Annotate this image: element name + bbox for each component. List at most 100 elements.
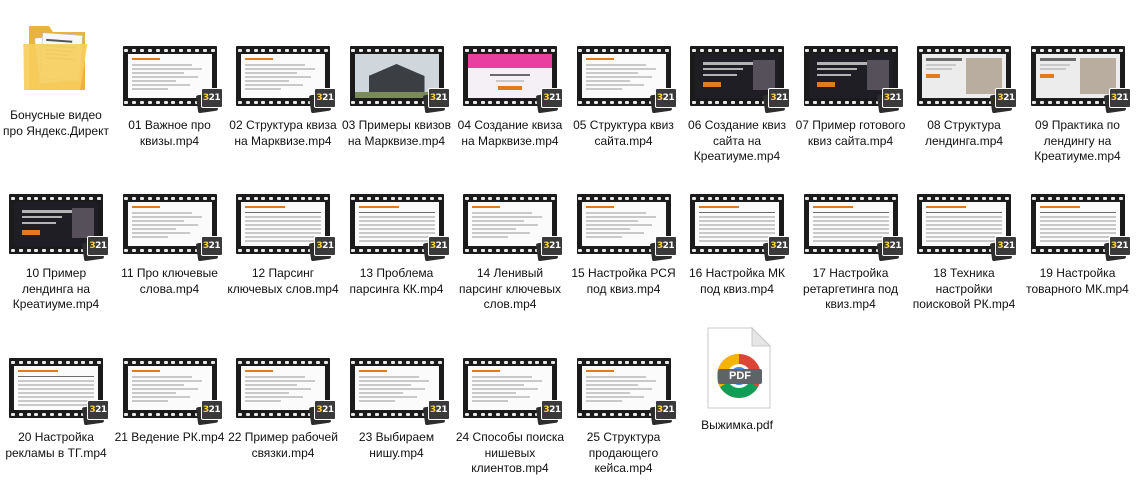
pdf-file-item[interactable]: PDF Выжимка.pdf (681, 326, 793, 434)
video-thumbnail: 321 (915, 192, 1017, 262)
video-file-item[interactable]: 321 07 Пример готового квиз сайта.mp4 (795, 44, 907, 149)
file-name-label: 01 Важное про квизы.mp4 (128, 118, 211, 148)
video-thumbnail: 321 (915, 44, 1017, 114)
video-thumbnail: 321 (348, 192, 450, 262)
video-thumbnail: 321 (688, 192, 790, 262)
mpc-player-icon: 321 (1103, 88, 1131, 114)
mpc-player-icon: 321 (308, 236, 336, 262)
mpc-player-icon: 321 (989, 236, 1017, 262)
video-thumbnail: 321 (461, 44, 563, 114)
file-name-label: 20 Настройка рекламы в ТГ.mp4 (5, 430, 107, 460)
video-thumbnail: 321 (461, 192, 563, 262)
video-thumbnail: 321 (7, 356, 109, 426)
mpc-player-icon: 321 (422, 88, 450, 114)
file-name-label: 06 Создание квиз сайта на Креатиуме.mp4 (688, 118, 786, 163)
mpc-player-icon: 321 (535, 236, 563, 262)
file-name-label: 09 Практика по лендингу на Креатиуме.mp4 (1034, 118, 1121, 163)
file-name-label: 18 Техника настройки поисковой РК.mp4 (912, 266, 1016, 311)
video-thumbnail: 321 (575, 192, 677, 262)
mpc-player-icon: 321 (195, 400, 223, 426)
mpc-player-icon: 321 (876, 88, 904, 114)
file-name-label: 19 Настройка товарного МК.mp4 (1026, 266, 1129, 296)
file-name-label: 15 Настройка РСЯ под квиз.mp4 (571, 266, 676, 296)
video-thumbnail: 321 (802, 192, 904, 262)
video-thumbnail: 321 (575, 44, 677, 114)
video-file-item[interactable]: 321 01 Важное про квизы.mp4 (114, 44, 226, 149)
video-file-item[interactable]: 321 20 Настройка рекламы в ТГ.mp4 (0, 356, 112, 461)
file-name-label: 22 Пример рабочей связки.mp4 (228, 430, 338, 460)
video-thumbnail: 321 (234, 356, 336, 426)
video-thumbnail: 321 (575, 356, 677, 426)
file-name-label: 13 Проблема парсинга КК.mp4 (349, 266, 444, 296)
file-name-label: 10 Пример лендинга на Креатиуме.mp4 (12, 266, 100, 311)
mpc-player-icon: 321 (1103, 236, 1131, 262)
folder-icon (7, 20, 105, 90)
video-thumbnail: 321 (1029, 192, 1131, 262)
file-name-label: Бонусные видео про Яндекс.Директ (3, 108, 109, 138)
mpc-player-icon: 321 (762, 88, 790, 114)
video-file-item[interactable]: 321 12 Парсинг ключевых слов.mp4 (227, 192, 339, 297)
mpc-player-icon: 321 (649, 236, 677, 262)
video-file-item[interactable]: 321 18 Техника настройки поисковой РК.mp4 (908, 192, 1020, 313)
folder-item[interactable]: Бонусные видео про Яндекс.Директ (0, 20, 112, 139)
video-file-item[interactable]: 321 22 Пример рабочей связки.mp4 (227, 356, 339, 461)
video-file-item[interactable]: 321 06 Создание квиз сайта на Креатиуме.m… (681, 44, 793, 165)
file-name-label: 08 Структура лендинга.mp4 (924, 118, 1004, 148)
file-name-label: Выжимка.pdf (701, 418, 773, 432)
mpc-player-icon: 321 (649, 400, 677, 426)
video-file-item[interactable]: 321 11 Про ключевые слова.mp4 (114, 192, 226, 297)
mpc-player-icon: 321 (535, 400, 563, 426)
mpc-player-icon: 321 (308, 400, 336, 426)
video-file-item[interactable]: 321 15 Настройка РСЯ под квиз.mp4 (568, 192, 680, 297)
mpc-player-icon: 321 (308, 88, 336, 114)
video-file-item[interactable]: 321 04 Создание квиза на Марквизе.mp4 (454, 44, 566, 149)
video-file-item[interactable]: 321 05 Структура квиз сайта.mp4 (568, 44, 680, 149)
file-name-label: 25 Структура продающего кейса.mp4 (586, 430, 661, 475)
video-thumbnail: 321 (688, 44, 790, 114)
mpc-player-icon: 321 (876, 236, 904, 262)
mpc-player-icon: 321 (81, 236, 109, 262)
video-file-item[interactable]: 321 10 Пример лендинга на Креатиуме.mp4 (0, 192, 112, 313)
mpc-player-icon: 321 (195, 236, 223, 262)
video-file-item[interactable]: 321 09 Практика по лендингу на Креатиуме.… (1022, 44, 1134, 165)
video-thumbnail: 321 (348, 44, 450, 114)
file-name-label: 12 Парсинг ключевых слов.mp4 (227, 266, 339, 296)
file-name-label: 24 Способы поиска нишевых клиентов.mp4 (455, 430, 565, 475)
mpc-player-icon: 321 (422, 236, 450, 262)
video-file-item[interactable]: 321 24 Способы поиска нишевых клиентов.mp… (454, 356, 566, 477)
video-file-item[interactable]: 321 23 Выбираем нишу.mp4 (341, 356, 453, 461)
video-file-item[interactable]: 321 16 Настройка МК под квиз.mp4 (681, 192, 793, 297)
mpc-player-icon: 321 (649, 88, 677, 114)
file-name-label: 21 Ведение РК.mp4 (114, 430, 225, 444)
video-file-item[interactable]: 321 17 Настройка ретаргетинга под квиз.mp… (795, 192, 907, 313)
video-file-item[interactable]: 321 08 Структура лендинга.mp4 (908, 44, 1020, 149)
pdf-badge: PDF (718, 369, 762, 384)
video-thumbnail: 321 (802, 44, 904, 114)
video-thumbnail: 321 (1029, 44, 1131, 114)
video-thumbnail: 321 (234, 192, 336, 262)
mpc-player-icon: 321 (195, 88, 223, 114)
video-thumbnail: 321 (121, 192, 223, 262)
mpc-player-icon: 321 (989, 88, 1017, 114)
video-file-item[interactable]: 321 03 Примеры квизов на Марквизе.mp4 (341, 44, 453, 149)
video-file-item[interactable]: 321 21 Ведение РК.mp4 (114, 356, 226, 446)
mpc-player-icon: 321 (81, 400, 109, 426)
file-name-label: 23 Выбираем нишу.mp4 (358, 430, 435, 460)
mpc-player-icon: 321 (762, 236, 790, 262)
video-file-item[interactable]: 321 19 Настройка товарного МК.mp4 (1022, 192, 1134, 297)
video-thumbnail: 321 (121, 356, 223, 426)
file-name-label: 03 Примеры квизов на Марквизе.mp4 (342, 118, 451, 148)
file-name-label: 14 Ленивый парсинг ключевых слов.mp4 (459, 266, 561, 311)
video-file-item[interactable]: 321 14 Ленивый парсинг ключевых слов.mp4 (454, 192, 566, 313)
video-thumbnail: 321 (121, 44, 223, 114)
video-thumbnail: 321 (461, 356, 563, 426)
file-name-label: 04 Создание квиза на Марквизе.mp4 (457, 118, 563, 148)
file-name-label: 16 Настройка МК под квиз.mp4 (688, 266, 786, 296)
video-file-item[interactable]: 321 25 Структура продающего кейса.mp4 (568, 356, 680, 477)
video-file-item[interactable]: 321 13 Проблема парсинга КК.mp4 (341, 192, 453, 297)
file-name-label: 05 Структура квиз сайта.mp4 (573, 118, 674, 148)
video-thumbnail: 321 (234, 44, 336, 114)
video-file-item[interactable]: 321 02 Структура квиза на Марквизе.mp4 (227, 44, 339, 149)
video-thumbnail: 321 (348, 356, 450, 426)
mpc-player-icon: 321 (422, 400, 450, 426)
